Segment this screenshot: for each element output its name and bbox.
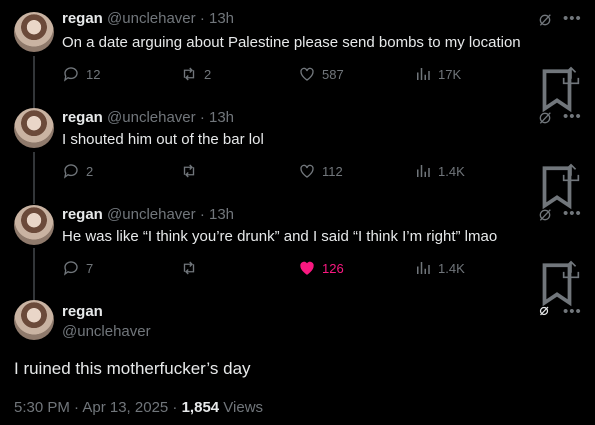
views-button[interactable]: 17K: [414, 65, 461, 83]
retweet-icon: [183, 67, 195, 81]
tweet-text: He was like “I think you’re drunk” and I…: [62, 228, 498, 245]
main-timestamp[interactable]: 5:30 PM · Apr 13, 2025 ·: [14, 399, 182, 416]
tweet-header: regan @unclehaver · 13h: [62, 10, 234, 27]
views-icon: [417, 262, 430, 274]
retweet-button[interactable]: [180, 162, 204, 180]
retweet-icon: [183, 164, 195, 178]
more-icon[interactable]: •••: [563, 108, 582, 125]
reply-count: 7: [86, 260, 94, 276]
tweet-actions: 2 112 1.4K: [62, 162, 582, 210]
tweet-text: On a date arguing about Palestine please…: [62, 34, 521, 51]
like-button[interactable]: 126: [298, 259, 344, 277]
share-icon[interactable]: [560, 162, 582, 184]
more-icon[interactable]: •••: [563, 10, 582, 27]
reply-button[interactable]: 7: [62, 259, 93, 277]
like-icon: [300, 261, 314, 275]
main-avatar[interactable]: [14, 300, 54, 340]
retweet-icon: [183, 261, 195, 275]
reply-icon: [63, 67, 78, 82]
like-button[interactable]: 587: [298, 65, 344, 83]
reply-button[interactable]: 12: [62, 65, 100, 83]
separator-dot: ·: [199, 10, 205, 27]
display-name[interactable]: regan: [62, 109, 103, 126]
share-icon[interactable]: [560, 259, 582, 281]
avatar[interactable]: [14, 108, 54, 148]
user-handle[interactable]: @unclehaver: [107, 206, 196, 223]
avatar[interactable]: [14, 205, 54, 245]
grok-icon[interactable]: [538, 305, 550, 317]
reply-button[interactable]: 2: [62, 162, 93, 180]
like-icon: [300, 67, 314, 81]
tweet-actions: 12 2 587 17K: [62, 65, 582, 113]
retweet-button[interactable]: 2: [180, 65, 211, 83]
views-count: 1,854: [181, 399, 220, 416]
display-name[interactable]: regan: [62, 206, 103, 223]
thread-tweet-1[interactable]: regan @unclehaver · 13h ••• On a date ar…: [0, 0, 595, 113]
views-icon: [417, 165, 430, 177]
reply-icon: [63, 164, 78, 179]
retweet-button[interactable]: [180, 259, 204, 277]
user-handle[interactable]: @unclehaver: [107, 109, 196, 126]
main-display-name[interactable]: regan: [62, 303, 103, 320]
views-button[interactable]: 1.4K: [414, 162, 465, 180]
reply-count: 12: [86, 66, 101, 82]
like-icon: [300, 164, 314, 178]
user-handle[interactable]: @unclehaver: [107, 10, 196, 27]
timestamp[interactable]: 13h: [209, 206, 234, 223]
grok-icon[interactable]: [537, 12, 553, 28]
grok-icon[interactable]: [537, 207, 553, 223]
views-count: 1.4K: [438, 163, 465, 179]
views-count: 1.4K: [438, 260, 465, 276]
avatar[interactable]: [14, 12, 54, 52]
thread-tweet-2[interactable]: regan @unclehaver · 13h ••• I shouted hi…: [0, 96, 595, 210]
more-icon[interactable]: •••: [563, 303, 582, 320]
timestamp[interactable]: 13h: [209, 109, 234, 126]
like-count: 126: [322, 260, 344, 276]
tweet-header: regan @unclehaver · 13h: [62, 206, 234, 223]
grok-icon[interactable]: [537, 110, 553, 126]
like-button[interactable]: 112: [298, 162, 343, 180]
main-user-handle[interactable]: @unclehaver: [62, 323, 151, 340]
timestamp[interactable]: 13h: [209, 10, 234, 27]
reply-count: 2: [86, 163, 94, 179]
main-tweet-text: I ruined this motherfucker’s day: [14, 359, 251, 378]
views-label: Views: [219, 399, 264, 416]
separator-dot: ·: [199, 206, 205, 223]
share-icon[interactable]: [560, 65, 582, 87]
views-button[interactable]: 1.4K: [414, 259, 465, 277]
like-count: 587: [322, 66, 344, 82]
views-icon: [417, 68, 430, 80]
separator-dot: ·: [199, 109, 205, 126]
tweet-actions: 7 126 1.4K: [62, 259, 582, 307]
views-count: 17K: [438, 66, 462, 82]
reply-icon: [63, 261, 78, 276]
like-count: 112: [322, 163, 343, 179]
display-name[interactable]: regan: [62, 10, 103, 27]
retweet-count: 2: [204, 66, 212, 82]
thread-tweet-3[interactable]: regan @unclehaver · 13h ••• He was like …: [0, 193, 595, 307]
tweet-text: I shouted him out of the bar lol: [62, 131, 264, 148]
tweet-header: regan @unclehaver · 13h: [62, 109, 234, 126]
more-icon[interactable]: •••: [563, 205, 582, 222]
tweet-meta: 5:30 PM · Apr 13, 2025 · 1,854 Views: [14, 399, 263, 416]
